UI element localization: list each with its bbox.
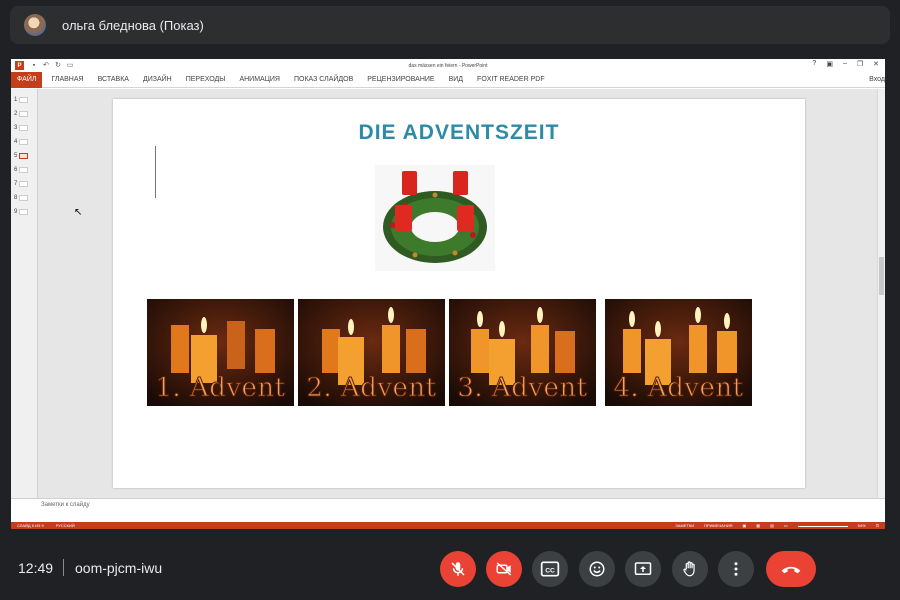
restore-icon[interactable]: ❐ — [857, 60, 863, 68]
meeting-code[interactable]: oom-pjcm-iwu — [75, 560, 162, 576]
normal-view-icon[interactable]: ▣ — [743, 523, 747, 528]
advent-candle-image[interactable]: 4. Advent — [605, 299, 752, 406]
comments-toggle[interactable]: ПРИМЕЧАНИЯ — [704, 523, 732, 528]
tab-slideshow[interactable]: ПОКАЗ СЛАЙДОВ — [294, 76, 353, 83]
vertical-scrollbar[interactable] — [877, 89, 885, 498]
tab-animations[interactable]: АНИМАЦИЯ — [239, 76, 280, 83]
svg-text:CC: CC — [545, 567, 555, 574]
mouse-pointer-icon: ↖ — [74, 207, 83, 218]
slideshow-view-icon[interactable]: ▭ — [784, 523, 788, 528]
zoom-slider[interactable] — [797, 526, 848, 527]
sorter-view-icon[interactable]: ▦ — [756, 523, 760, 528]
fit-slide-icon[interactable]: ⊡ — [876, 523, 879, 528]
present-now-button[interactable] — [625, 551, 661, 587]
advent-label: 2. Advent — [306, 373, 437, 404]
slide-counter: СЛАЙД 5 ИЗ 9 — [17, 523, 44, 528]
ribbon-options-icon[interactable]: ▣ — [826, 60, 833, 68]
slide-thumbnail[interactable]: 6 — [14, 167, 29, 173]
advent-label: 4. Advent — [613, 373, 744, 404]
meet-bottom-bar: 12:49 oom-pjcm-iwu CC — [0, 540, 900, 600]
emoji-icon — [589, 561, 605, 577]
text-cursor — [155, 146, 156, 198]
tab-review[interactable]: РЕЦЕНЗИРОВАНИЕ — [367, 76, 434, 83]
meet-top-bar: ольга бледнова (Показ) — [0, 0, 900, 48]
captions-icon: CC — [540, 561, 560, 577]
slide-thumbnail[interactable]: 2 — [14, 111, 29, 117]
language-indicator[interactable]: РУССКИЙ — [56, 523, 75, 528]
slide-thumbnail[interactable]: 7 — [14, 181, 29, 187]
advent-candle-image[interactable]: 2. Advent — [298, 299, 445, 406]
microphone-off-button[interactable] — [440, 551, 476, 587]
slide-thumbnail[interactable]: 3 — [14, 125, 29, 131]
slide-canvas[interactable]: DIE ADVENTSZEIT 1. Advent 2. Advent 3. A… — [113, 99, 805, 488]
raise-hand-icon — [683, 561, 695, 577]
advent-label: 3. Advent — [457, 373, 588, 404]
notes-placeholder: Заметки к слайду — [41, 502, 90, 508]
scrollbar-thumb[interactable] — [879, 257, 884, 295]
status-bar: СЛАЙД 5 ИЗ 9 РУССКИЙ ЗАМЕТКИ ПРИМЕЧАНИЯ … — [11, 522, 885, 529]
slide-thumbnail[interactable]: 1 — [14, 97, 29, 103]
meeting-clock: 12:49 — [18, 560, 54, 576]
tab-foxit[interactable]: FOXIT READER PDF — [477, 76, 545, 83]
slide-thumbnail[interactable]: 4 — [14, 139, 29, 145]
tab-insert[interactable]: ВСТАВКА — [98, 76, 129, 83]
more-vert-icon — [734, 562, 738, 576]
raise-hand-button[interactable] — [672, 551, 708, 587]
presenter-name: ольга бледнова (Показ) — [62, 17, 204, 33]
zoom-level[interactable]: 54% — [858, 523, 866, 528]
ribbon-tabs: ФАЙЛ ГЛАВНАЯ ВСТАВКА ДИЗАЙН ПЕРЕХОДЫ АНИ… — [11, 71, 885, 88]
hang-up-icon — [781, 566, 801, 574]
more-options-button[interactable] — [718, 551, 754, 587]
tab-home[interactable]: ГЛАВНАЯ — [51, 76, 83, 83]
minimize-icon[interactable]: – — [843, 60, 847, 68]
tab-design[interactable]: ДИЗАЙН — [143, 76, 172, 83]
window-title: das mässen ein feiern - PowerPoint — [408, 62, 488, 69]
notes-toggle[interactable]: ЗАМЕТКИ — [675, 523, 694, 528]
advent-label: 1. Advent — [155, 373, 286, 404]
tab-transitions[interactable]: ПЕРЕХОДЫ — [186, 76, 226, 83]
presenter-banner: ольга бледнова (Показ) — [10, 6, 890, 44]
microphone-off-icon — [451, 562, 465, 576]
slide-thumbnail[interactable]: 8 — [14, 195, 29, 201]
slide-title[interactable]: DIE ADVENTSZEIT — [113, 121, 805, 145]
help-icon[interactable]: ? — [812, 60, 816, 68]
slide-thumbnail-active[interactable]: 5 — [14, 153, 29, 159]
sign-in-link[interactable]: Вход — [869, 76, 885, 83]
reading-view-icon[interactable]: ▤ — [770, 523, 774, 528]
camera-off-button[interactable] — [486, 551, 522, 587]
divider — [63, 559, 64, 576]
advent-wreath-image[interactable] — [375, 165, 495, 271]
captions-button[interactable]: CC — [532, 551, 568, 587]
slide-thumbnails-pane: 1 2 3 4 5 6 7 8 9 — [11, 89, 38, 498]
notes-pane[interactable]: Заметки к слайду — [11, 498, 885, 522]
emoji-button[interactable] — [579, 551, 615, 587]
editor-workspace: 1 2 3 4 5 6 7 8 9 DIE ADVENTSZEIT 1. Adv… — [11, 89, 885, 498]
tab-file[interactable]: ФАЙЛ — [11, 71, 43, 88]
avatar — [24, 14, 46, 36]
present-icon — [634, 562, 652, 575]
close-icon[interactable]: ✕ — [873, 60, 879, 68]
leave-call-button[interactable] — [766, 551, 816, 587]
camera-off-icon — [496, 562, 512, 576]
advent-candle-image[interactable]: 3. Advent — [449, 299, 596, 406]
shared-screen: P ▪ ↶ ↻ ▭ das mässen ein feiern - PowerP… — [11, 59, 885, 529]
ppt-title-bar: P ▪ ↶ ↻ ▭ das mässen ein feiern - PowerP… — [11, 59, 885, 72]
slide-thumbnail[interactable]: 9 — [14, 209, 29, 215]
advent-candle-image[interactable]: 1. Advent — [147, 299, 294, 406]
tab-view[interactable]: ВИД — [449, 76, 463, 83]
